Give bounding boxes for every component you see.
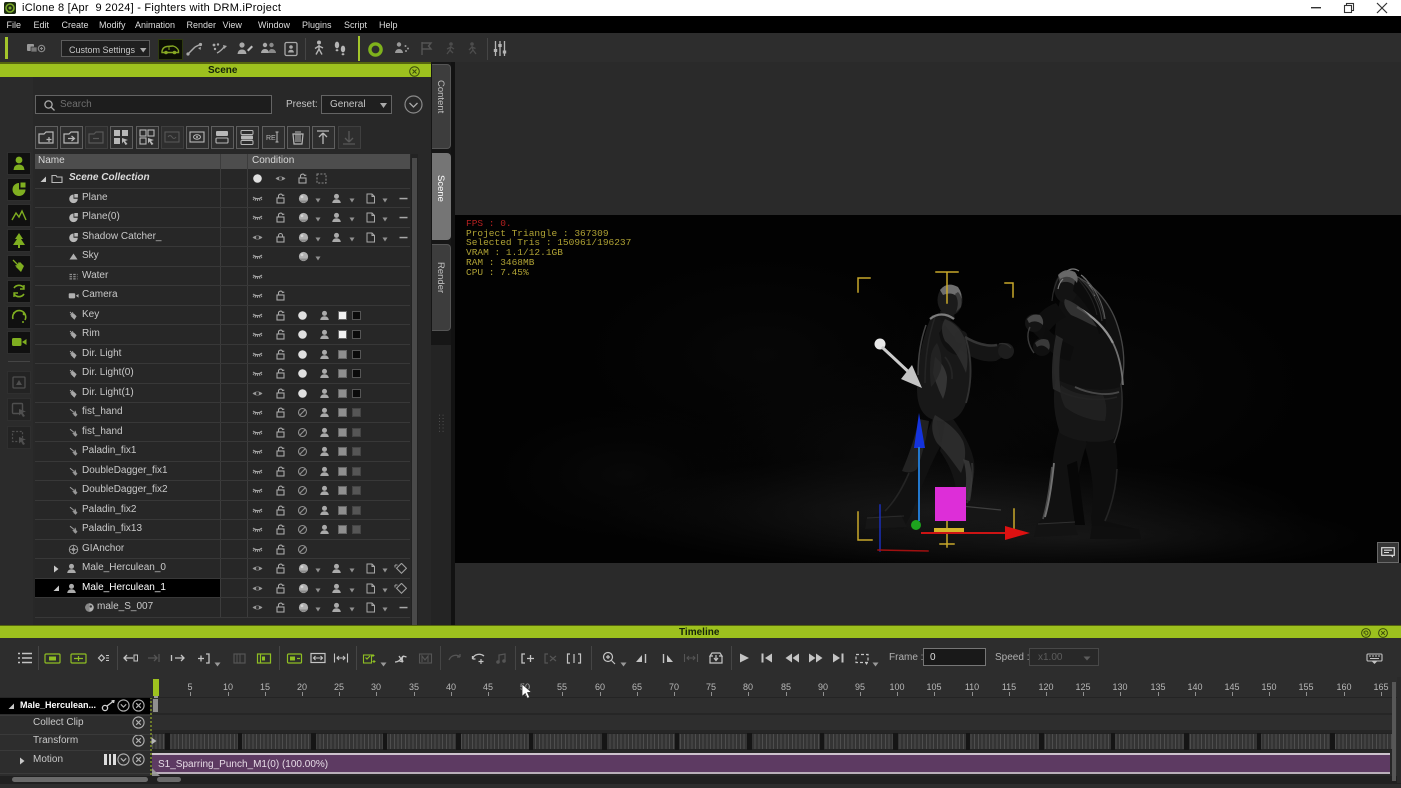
- svg-text:RE: RE: [266, 135, 276, 142]
